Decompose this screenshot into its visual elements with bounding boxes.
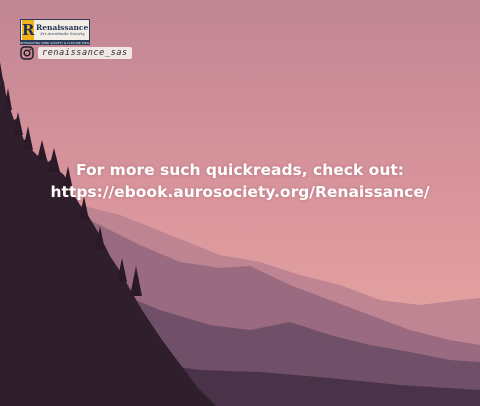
brand-name: Renaissance xyxy=(36,22,89,32)
social-handle-row[interactable]: renaissance_sas xyxy=(20,46,132,60)
ebook-url: https://ebook.aurosociety.org/Renaissanc… xyxy=(50,183,430,201)
quickreads-message: For more such quickreads, check out: htt… xyxy=(0,159,480,203)
background-scene: R Renaissance Sri Aurobindo Society INTE… xyxy=(0,0,480,406)
instagram-icon xyxy=(20,46,34,60)
logo-text-block: Renaissance Sri Aurobindo Society xyxy=(34,24,89,37)
message-line-1: For more such quickreads, check out: xyxy=(76,161,404,179)
brand-logo: R Renaissance Sri Aurobindo Society xyxy=(20,19,90,41)
mountain-landscape-image xyxy=(0,0,480,406)
instagram-handle[interactable]: renaissance_sas xyxy=(38,47,132,59)
brand-strip: INTEGRATING MIND SOCIETY & CULTURE WELL xyxy=(20,41,90,45)
brand-tagline: Sri Aurobindo Society xyxy=(40,31,85,37)
logo-letter-mark: R xyxy=(22,20,35,40)
